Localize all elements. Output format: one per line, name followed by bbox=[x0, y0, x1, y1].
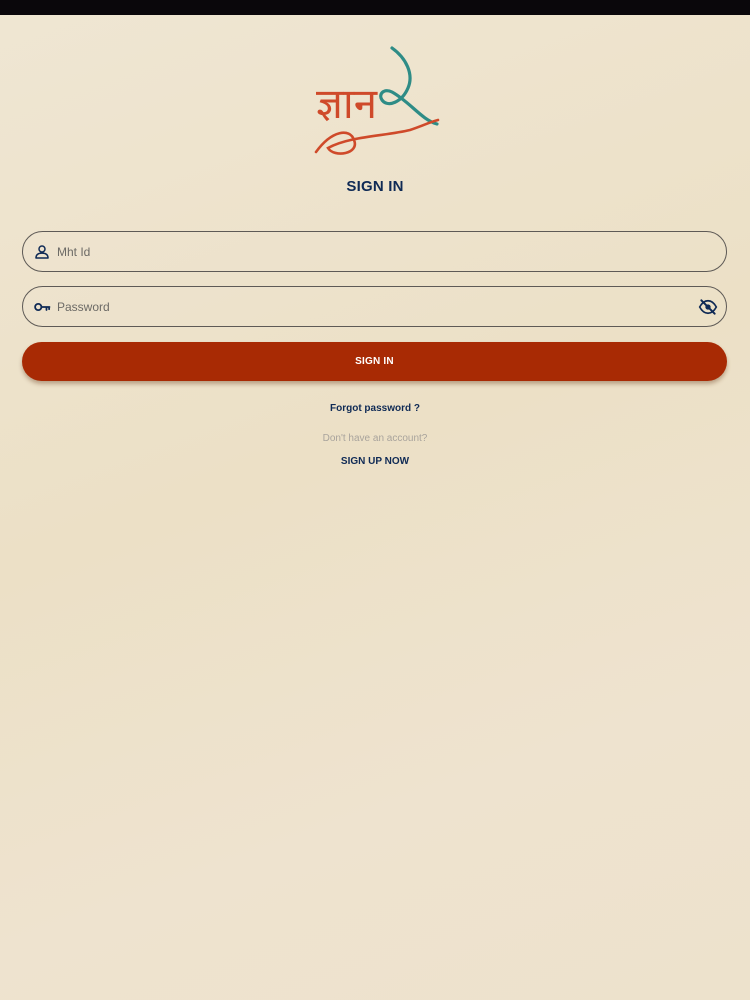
password-field[interactable] bbox=[22, 286, 727, 327]
no-account-text: Don't have an account? bbox=[322, 433, 428, 444]
password-input[interactable] bbox=[57, 287, 677, 326]
logo-wordmark: ज्ञान bbox=[316, 79, 378, 128]
forgot-password-link[interactable]: Forgot password ? bbox=[0, 403, 750, 414]
mht-id-input[interactable] bbox=[57, 232, 677, 271]
mht-id-field[interactable] bbox=[22, 231, 727, 272]
status-bar bbox=[0, 0, 750, 15]
sign-in-button[interactable]: SIGN IN bbox=[22, 342, 727, 381]
gnan-logo-icon: ज्ञान bbox=[314, 46, 440, 155]
key-icon bbox=[33, 298, 51, 316]
app-logo: ज्ञान bbox=[310, 44, 442, 160]
sign-up-link[interactable]: SIGN UP NOW bbox=[0, 456, 750, 467]
page-title: SIGN IN bbox=[346, 178, 404, 195]
person-icon bbox=[33, 243, 51, 261]
eye-off-icon[interactable] bbox=[698, 297, 718, 317]
